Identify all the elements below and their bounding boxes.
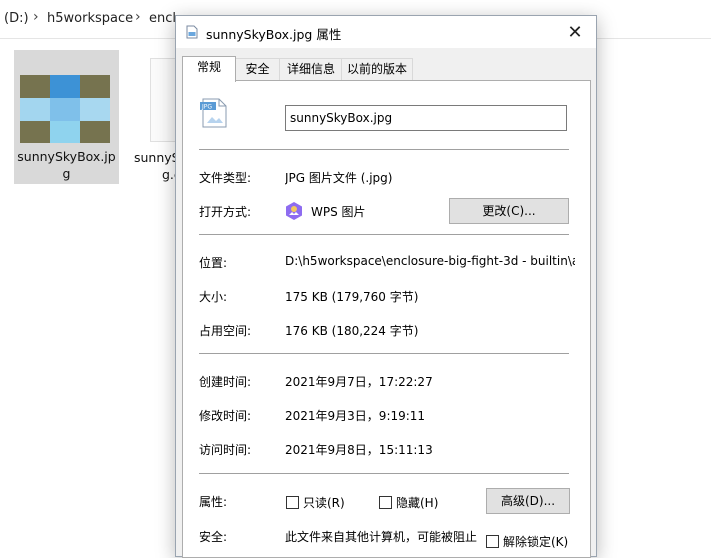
security-label: 安全: <box>199 530 228 544</box>
tab-strip: 常规 安全 详细信息 以前的版本 <box>182 56 590 82</box>
file-tile-selected[interactable]: sunnySkyBox.jp g <box>14 50 119 184</box>
breadcrumb-folder[interactable]: h5workspace <box>47 11 133 26</box>
size-value: 175 KB (179,760 字节) <box>285 290 419 304</box>
close-button[interactable]: ✕ <box>554 16 596 48</box>
tab-details[interactable]: 详细信息 <box>279 58 343 81</box>
hidden-checkbox[interactable] <box>379 496 392 509</box>
location-label: 位置: <box>199 256 228 270</box>
wps-picture-icon <box>286 202 302 220</box>
accessed-value: 2021年9月8日，15:11:13 <box>285 443 433 457</box>
unblock-label[interactable]: 解除锁定(K) <box>503 533 573 550</box>
tab-previous-versions[interactable]: 以前的版本 <box>341 58 413 81</box>
tab-security[interactable]: 安全 <box>234 58 281 81</box>
title-bar[interactable]: sunnySkyBox.jpg 属性 ✕ <box>176 16 596 48</box>
chevron-right-icon: › <box>33 9 39 25</box>
breadcrumb-drive[interactable]: (D:) <box>4 11 29 26</box>
file-type-value: JPG 图片文件 (.jpg) <box>285 171 393 185</box>
modified-label: 修改时间: <box>199 409 252 423</box>
dialog-title: sunnySkyBox.jpg 属性 <box>206 27 342 42</box>
skybox-thumbnail <box>20 75 110 143</box>
separator <box>199 473 569 474</box>
tab-general[interactable]: 常规 <box>182 56 236 82</box>
size-label: 大小: <box>199 290 228 304</box>
change-button[interactable]: 更改(C)... <box>449 198 569 224</box>
file-name-line1: sunnyS <box>134 150 180 165</box>
opens-with-value: WPS 图片 <box>311 205 366 219</box>
breadcrumb-subfolder[interactable]: encl <box>149 11 176 26</box>
created-label: 创建时间: <box>199 375 252 389</box>
readonly-checkbox[interactable] <box>286 496 299 509</box>
file-type-label: 文件类型: <box>199 171 252 185</box>
created-value: 2021年9月7日，17:22:27 <box>285 375 433 389</box>
modified-value: 2021年9月3日，9:19:11 <box>285 409 426 423</box>
file-name-line2: g <box>62 166 71 181</box>
jpg-file-icon: JPG <box>200 98 227 128</box>
disk-size-value: 176 KB (180,224 字节) <box>285 324 419 338</box>
image-file-icon <box>186 25 198 39</box>
file-name-line2: g.c <box>162 167 181 182</box>
disk-size-label: 占用空间: <box>199 324 252 338</box>
file-name-partial[interactable]: sunnyS g.c <box>134 149 181 183</box>
svg-text:JPG: JPG <box>201 104 212 111</box>
accessed-label: 访问时间: <box>199 443 252 457</box>
general-panel: JPG 文件类型: JPG 图片文件 (.jpg) 打开方式: WPS 图片 更… <box>182 80 591 558</box>
chevron-right-icon: › <box>135 9 141 25</box>
properties-dialog: sunnySkyBox.jpg 属性 ✕ 常规 安全 详细信息 以前的版本 JP… <box>175 15 597 558</box>
opens-with-label: 打开方式: <box>199 205 252 219</box>
separator <box>199 234 569 235</box>
file-name-line1: sunnySkyBox.jp <box>17 149 116 164</box>
security-value: 此文件来自其他计算机，可能被阻止 <box>285 530 478 544</box>
readonly-label[interactable]: 只读(R) <box>303 494 345 511</box>
filename-input[interactable] <box>285 105 567 131</box>
location-value: D:\h5workspace\enclosure-big-fight-3d - … <box>285 254 575 268</box>
separator <box>199 149 569 150</box>
separator <box>199 353 569 354</box>
hidden-label[interactable]: 隐藏(H) <box>396 494 438 511</box>
advanced-button[interactable]: 高级(D)... <box>486 488 570 514</box>
unblock-checkbox[interactable] <box>486 535 499 548</box>
attributes-label: 属性: <box>199 495 228 509</box>
